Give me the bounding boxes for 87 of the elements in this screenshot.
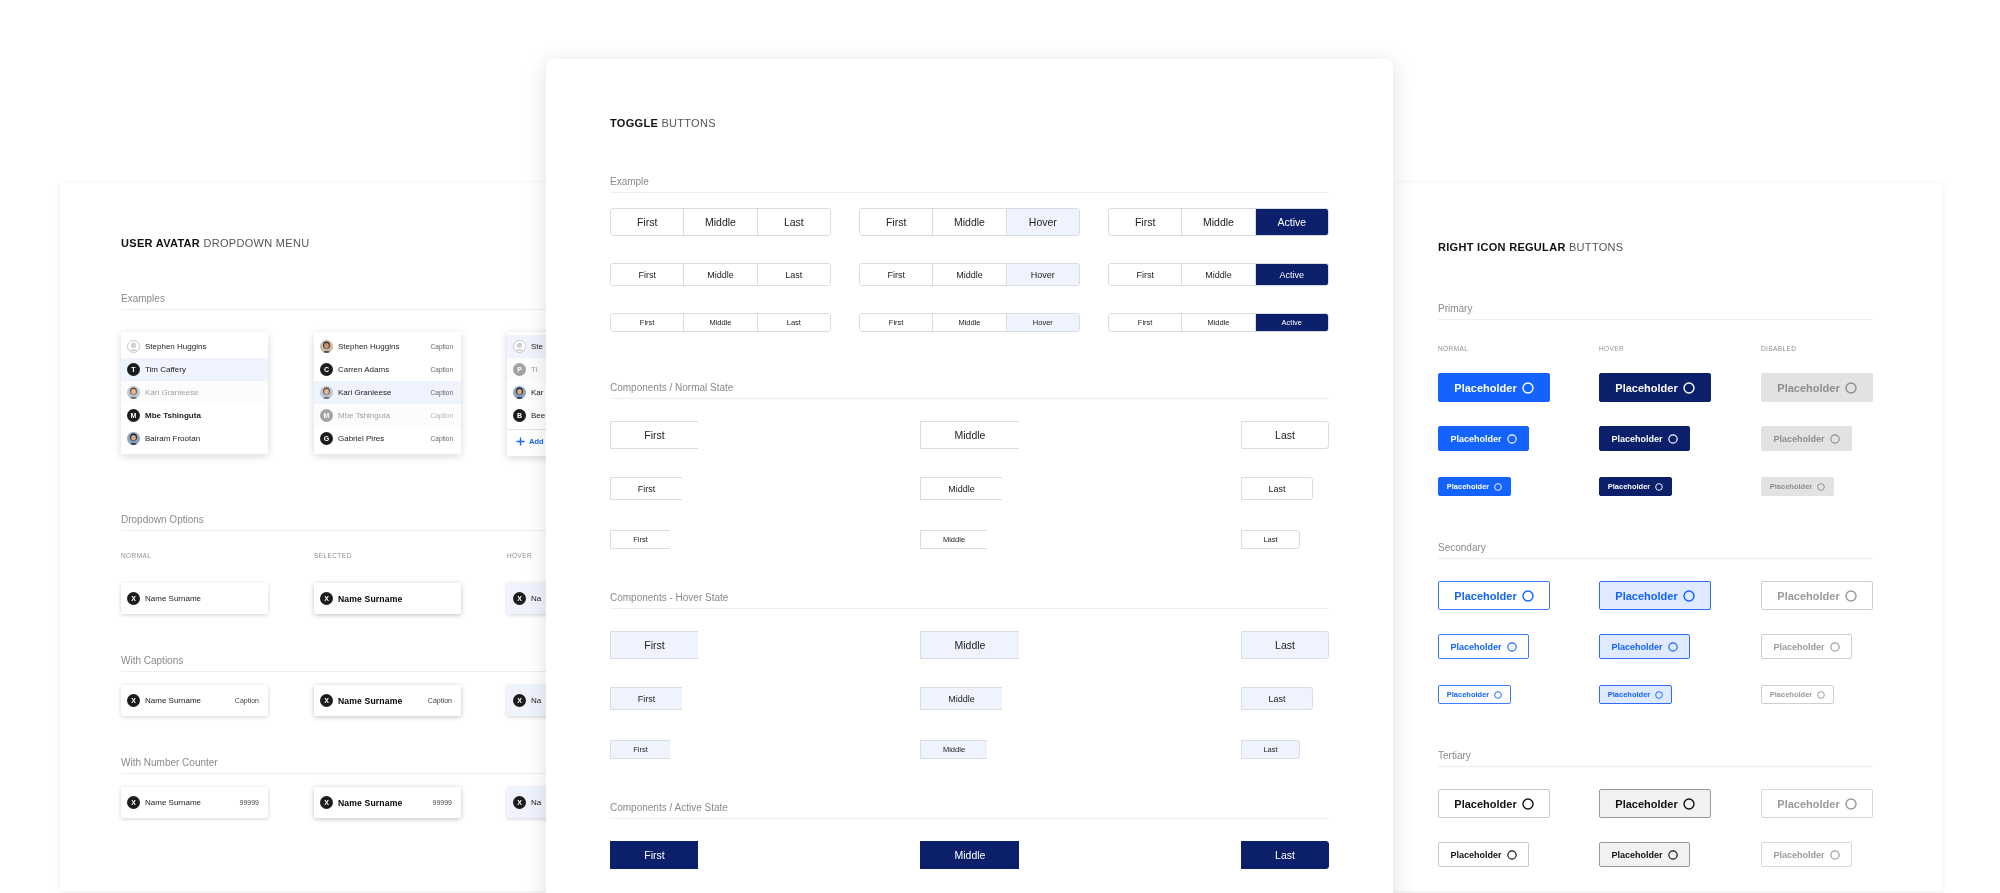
menu-item[interactable]: Bairam Frootan: [121, 427, 268, 450]
section-heading: Dropdown Options: [121, 514, 204, 525]
toggle-button[interactable]: Middle: [920, 687, 1002, 710]
toggle-button[interactable]: First: [610, 631, 698, 659]
toggle-button[interactable]: First: [1109, 264, 1183, 285]
section-heading: Examples: [121, 293, 165, 304]
toggle-button[interactable]: Last: [1241, 477, 1313, 500]
toggle-button[interactable]: Hover: [1006, 209, 1079, 235]
section-heading: Components / Normal State: [610, 382, 734, 393]
toggle-button[interactable]: First: [860, 209, 934, 235]
circle-icon: [1521, 381, 1534, 394]
section-heading: Tertiary: [1438, 750, 1471, 761]
toggle-button[interactable]: Active: [1255, 264, 1328, 285]
circle-icon: [1667, 433, 1678, 444]
circle-icon: [1494, 482, 1503, 491]
placeholder-button[interactable]: Placeholder: [1438, 373, 1550, 402]
section-heading: Example: [610, 176, 649, 187]
avatar-icon: [320, 386, 333, 399]
menu-item[interactable]: Kar: [507, 381, 546, 404]
avatar-icon: [127, 432, 140, 445]
circle-icon: [1817, 482, 1826, 491]
section-heading: With Number Counter: [121, 757, 218, 768]
avatar-icon: [127, 386, 140, 399]
section-heading: Components / Active State: [610, 802, 728, 813]
circle-icon: [1844, 797, 1857, 810]
placeholder-button[interactable]: Placeholder: [1599, 789, 1711, 818]
panel-title: RIGHT ICON REGULAR BUTTONS: [1438, 240, 1625, 254]
toggle-button[interactable]: First: [1109, 209, 1183, 235]
panel-title: USER AVATAR DROPDOWN MENU: [121, 236, 311, 250]
section-heading: Secondary: [1438, 542, 1486, 553]
toggle-button[interactable]: Last: [1241, 687, 1313, 710]
circle-icon: [1682, 797, 1695, 810]
placeholder-button[interactable]: Placeholder: [1438, 842, 1529, 867]
avatar-icon: [320, 340, 333, 353]
toggle-button[interactable]: Last: [1241, 421, 1329, 449]
circle-icon: [1667, 849, 1678, 860]
avatar-icon: [513, 386, 526, 399]
placeholder-button[interactable]: Placeholder: [1438, 634, 1529, 659]
placeholder-button[interactable]: Placeholder: [1438, 789, 1550, 818]
toggle-button[interactable]: First: [610, 477, 682, 500]
circle-icon: [1521, 589, 1534, 602]
toggle-button[interactable]: Middle: [920, 477, 1002, 500]
toggle-button[interactable]: Active: [1255, 209, 1328, 235]
placeholder-button[interactable]: Placeholder: [1599, 426, 1690, 451]
circle-icon: [1655, 482, 1664, 491]
toggle-button[interactable]: First: [610, 841, 698, 869]
section-heading: Components - Hover State: [610, 592, 729, 603]
toggle-button[interactable]: Middle: [920, 421, 1019, 449]
avatar-icon: [513, 340, 526, 353]
circle-icon: [1655, 690, 1664, 699]
toggle-button[interactable]: First: [610, 421, 698, 449]
circle-icon: [1494, 690, 1503, 699]
plus-icon: [516, 436, 525, 446]
placeholder-button[interactable]: Placeholder: [1438, 426, 1529, 451]
circle-icon: [1506, 849, 1517, 860]
placeholder-button[interactable]: Placeholder: [1599, 373, 1711, 402]
circle-icon: [1829, 641, 1840, 652]
circle-icon: [1844, 589, 1857, 602]
toggle-button[interactable]: Hover: [1006, 264, 1079, 285]
menu-item[interactable]: Stephen Huggins: [121, 335, 268, 358]
circle-icon: [1829, 849, 1840, 860]
toggle-button[interactable]: Middle: [920, 841, 1019, 869]
section-heading: Primary: [1438, 303, 1473, 314]
placeholder-button[interactable]: Placeholder: [1438, 581, 1550, 610]
toggle-button[interactable]: Last: [1241, 841, 1329, 869]
circle-icon: [1682, 589, 1695, 602]
section-heading: With Captions: [121, 655, 184, 666]
toggle-button[interactable]: First: [611, 209, 685, 235]
avatar-icon: [127, 340, 140, 353]
toggle-button[interactable]: First: [860, 264, 934, 285]
circle-icon: [1817, 690, 1826, 699]
placeholder-button[interactable]: Placeholder: [1599, 634, 1690, 659]
circle-icon: [1682, 381, 1695, 394]
circle-icon: [1521, 797, 1534, 810]
toggle-button[interactable]: First: [611, 264, 685, 285]
circle-icon: [1829, 433, 1840, 444]
circle-icon: [1506, 641, 1517, 652]
toggle-button[interactable]: First: [610, 687, 682, 710]
menu-item[interactable]: Ste: [507, 335, 546, 358]
panel-title: TOGGLE BUTTONS: [610, 116, 717, 130]
toggle-button[interactable]: Last: [1241, 631, 1329, 659]
circle-icon: [1844, 381, 1857, 394]
toggle-button[interactable]: Middle: [920, 631, 1019, 659]
circle-icon: [1506, 433, 1517, 444]
placeholder-button[interactable]: Placeholder: [1599, 581, 1711, 610]
placeholder-button[interactable]: Placeholder: [1599, 842, 1690, 867]
circle-icon: [1667, 641, 1678, 652]
